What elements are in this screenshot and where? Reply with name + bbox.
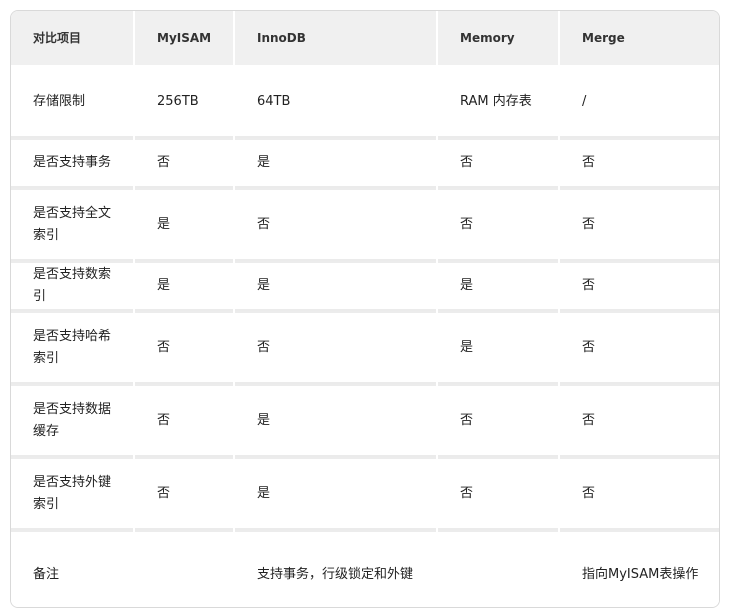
table-row: 是否支持数索引 是 是 是 否: [11, 263, 719, 311]
table-cell: 64TB: [235, 67, 436, 138]
table-cell: 是: [235, 263, 436, 311]
table-row: 是否支持外键索引 否 是 否 否: [11, 459, 719, 530]
table-cell: 是: [135, 190, 233, 261]
table-cell: /: [560, 67, 719, 138]
table-cell: 是: [235, 459, 436, 530]
table-cell: 是否支持数索引: [11, 263, 133, 311]
table-cell: 否: [438, 140, 558, 188]
table-cell: 支持事务，行级锁定和外键: [235, 532, 436, 607]
table-cell: 是: [235, 140, 436, 188]
table-row: 是否支持事务 否 是 否 否: [11, 140, 719, 188]
table-cell: [438, 532, 558, 607]
table-cell: 否: [135, 459, 233, 530]
table-cell: 备注: [11, 532, 133, 607]
header-memory: Memory: [438, 11, 558, 65]
table-cell: 是否支持全文索引: [11, 190, 133, 261]
table-row: 备注 支持事务，行级锁定和外键 指向MyISAM表操作: [11, 532, 719, 607]
header-merge: Merge: [560, 11, 719, 65]
comparison-table-container: 对比项目 MyISAM InnoDB Memory Merge 存储限制 256…: [10, 10, 720, 608]
table-cell: 否: [438, 386, 558, 457]
table-cell: 指向MyISAM表操作: [560, 532, 719, 607]
table-row: 是否支持数据缓存 否 是 否 否: [11, 386, 719, 457]
table-cell: 是否支持数据缓存: [11, 386, 133, 457]
table-cell: 否: [560, 313, 719, 384]
table-cell: 存储限制: [11, 67, 133, 138]
table-cell: 否: [560, 140, 719, 188]
table-cell: [135, 532, 233, 607]
table-cell: 否: [560, 386, 719, 457]
table-row: 是否支持哈希索引 否 否 是 否: [11, 313, 719, 384]
table-cell: 否: [135, 140, 233, 188]
table-cell: 256TB: [135, 67, 233, 138]
table-header-row: 对比项目 MyISAM InnoDB Memory Merge: [11, 11, 719, 65]
table-cell: 否: [560, 263, 719, 311]
header-innodb: InnoDB: [235, 11, 436, 65]
table-cell: 否: [438, 459, 558, 530]
table-cell: 是否支持事务: [11, 140, 133, 188]
table-cell: 是: [135, 263, 233, 311]
table-row: 存储限制 256TB 64TB RAM 内存表 /: [11, 67, 719, 138]
table-cell: 是: [438, 263, 558, 311]
table-cell: 否: [135, 386, 233, 457]
header-item: 对比项目: [11, 11, 133, 65]
table-row: 是否支持全文索引 是 否 否 否: [11, 190, 719, 261]
table-cell: RAM 内存表: [438, 67, 558, 138]
table-cell: 是: [235, 386, 436, 457]
storage-engine-comparison-table: 对比项目 MyISAM InnoDB Memory Merge 存储限制 256…: [11, 11, 719, 607]
table-cell: 否: [560, 190, 719, 261]
table-cell: 是否支持哈希索引: [11, 313, 133, 384]
header-myisam: MyISAM: [135, 11, 233, 65]
table-cell: 否: [235, 313, 436, 384]
table-cell: 否: [235, 190, 436, 261]
table-cell: 是否支持外键索引: [11, 459, 133, 530]
table-cell: 是: [438, 313, 558, 384]
table-cell: 否: [560, 459, 719, 530]
table-cell: 否: [135, 313, 233, 384]
table-cell: 否: [438, 190, 558, 261]
